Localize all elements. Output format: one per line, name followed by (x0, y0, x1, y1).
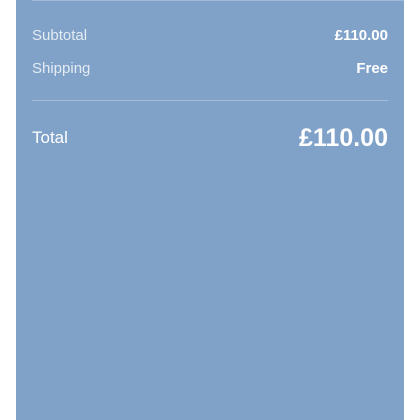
total-label: Total (32, 128, 68, 147)
summary-divider (32, 100, 388, 101)
order-summary-panel: Subtotal £110.00 Shipping Free Total £11… (16, 0, 404, 420)
total-value: £110.00 (299, 123, 388, 152)
subtotal-row: Subtotal £110.00 (32, 25, 388, 45)
shipping-label: Shipping (32, 59, 91, 77)
subtotal-value: £110.00 (334, 26, 388, 44)
top-divider (32, 0, 404, 1)
total-row: Total £110.00 (32, 120, 388, 156)
subtotal-label: Subtotal (32, 26, 88, 44)
shipping-value: Free (356, 59, 388, 77)
shipping-row: Shipping Free (32, 58, 388, 78)
